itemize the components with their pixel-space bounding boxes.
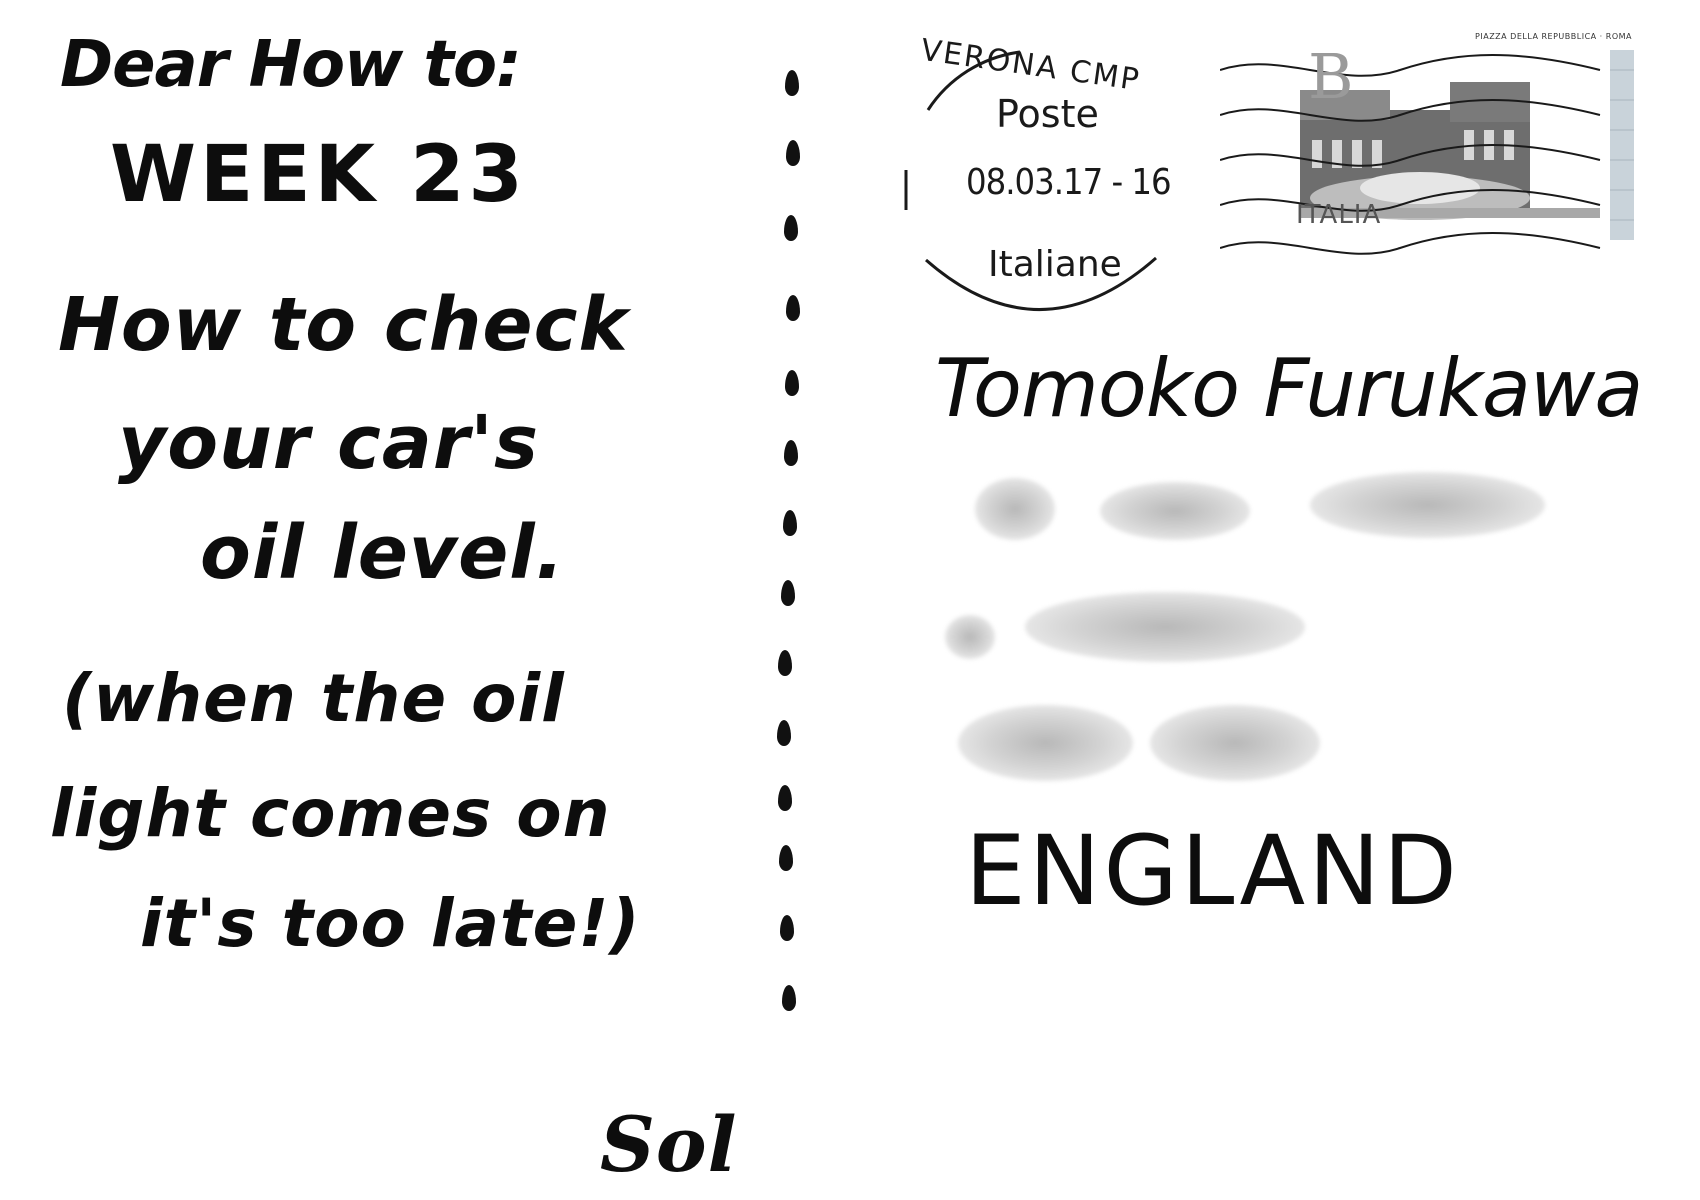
divider-drop <box>780 915 794 941</box>
redacted-address-segment <box>945 615 995 659</box>
message-week: WEEK 23 <box>110 130 527 220</box>
message-note-line: light comes on <box>50 775 611 852</box>
message-greeting: Dear How to: <box>60 28 522 102</box>
postcard-divider <box>777 70 804 1070</box>
redacted-address-segment <box>1100 482 1250 540</box>
divider-drop <box>784 440 798 466</box>
redacted-address-segment <box>1150 705 1320 781</box>
divider-drop <box>779 845 793 871</box>
divider-drop <box>785 370 799 396</box>
divider-drop <box>786 295 800 321</box>
redacted-address-segment <box>975 478 1055 540</box>
stamp-country: ITALIA <box>1296 200 1382 230</box>
postcard: Dear How to: WEEK 23 How to check your c… <box>0 0 1700 1200</box>
stamp-caption: PIAZZA DELLA REPUBBLICA · ROMA <box>1475 32 1632 41</box>
postage-stamp: PIAZZA DELLA REPUBBLICA · ROMA B ITALIA <box>1220 30 1660 260</box>
message-note-line: it's too late!) <box>140 885 641 962</box>
message-note-line: (when the oil <box>62 660 565 737</box>
postmark-date: 08.03.17 - 16 <box>966 162 1172 203</box>
postmark-service: Poste <box>996 92 1099 136</box>
divider-drop <box>778 650 792 676</box>
divider-drop <box>782 985 796 1011</box>
message-title-line: How to check <box>58 282 629 368</box>
redacted-address-segment <box>1025 592 1305 662</box>
message-title-line: oil level. <box>200 510 565 596</box>
stamp-value: B <box>1308 40 1354 113</box>
postmark-service-suffix: Italiane <box>988 244 1122 285</box>
recipient-country: ENGLAND <box>965 815 1460 927</box>
divider-drop <box>778 785 792 811</box>
recipient-name: Tomoko Furukawa <box>935 342 1643 435</box>
message-title-line: your car's <box>118 400 540 486</box>
divider-drop <box>786 140 800 166</box>
redacted-address-segment <box>958 705 1133 781</box>
postmark: VERONA CMP Poste 08.03.17 - 16 Italiane <box>900 33 1180 330</box>
signature: Sol <box>600 1100 738 1189</box>
divider-drop <box>781 580 795 606</box>
stamp-artwork-icon <box>1220 50 1634 255</box>
divider-drop <box>777 720 791 746</box>
divider-drop <box>785 70 799 96</box>
divider-drop <box>784 215 798 241</box>
divider-drop <box>783 510 797 536</box>
redacted-address-segment <box>1310 472 1545 538</box>
